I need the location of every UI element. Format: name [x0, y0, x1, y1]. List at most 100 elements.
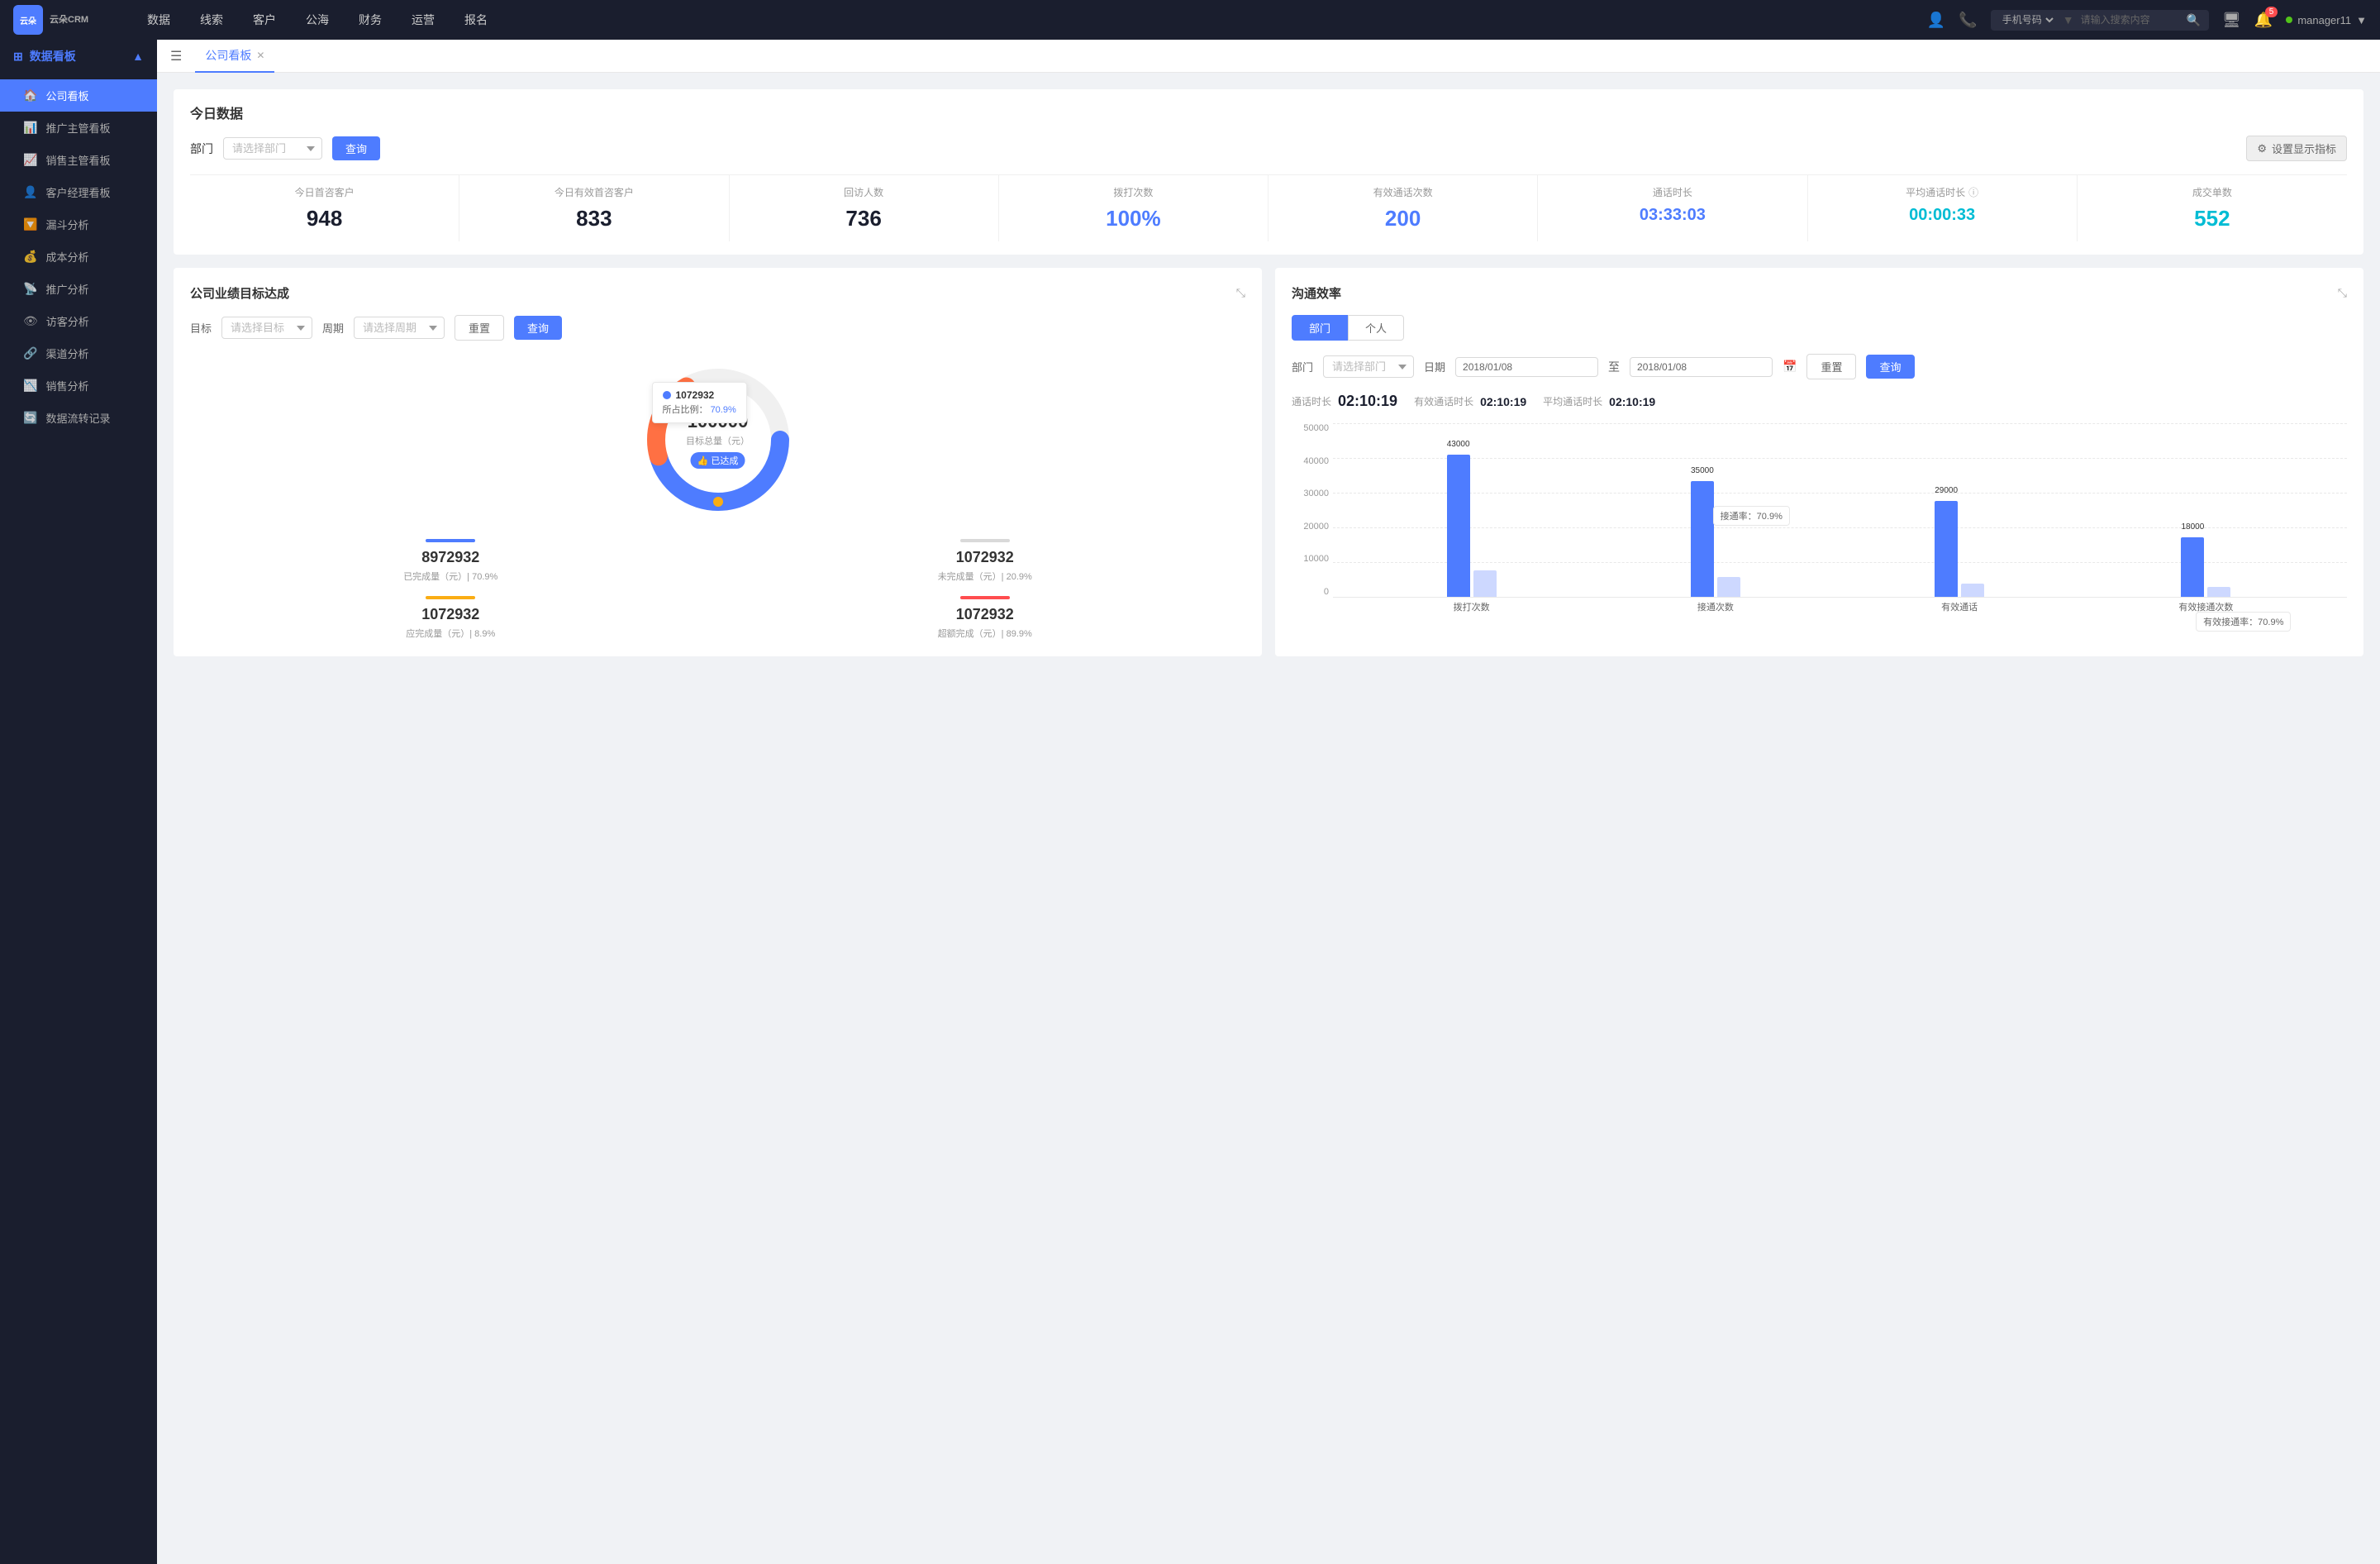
eff-date-label: 日期: [1424, 359, 1445, 374]
y-10000: 10000: [1303, 554, 1329, 564]
stat-value-2: 736: [736, 206, 992, 231]
sidebar-item-promo[interactable]: 📡 推广分析: [0, 273, 157, 305]
goal-stat-label-1: 未完成量（元）| 20.9%: [725, 570, 1246, 583]
sidebar-section-header[interactable]: ⊞ 数据看板 ▲: [0, 40, 157, 73]
sidebar-icon-9: 📉: [23, 379, 37, 393]
goal-stats: 8972932 已完成量（元）| 70.9% 1072932 未完成量（元）| …: [190, 539, 1245, 640]
time-stat-avg: 平均通话时长 02:10:19: [1543, 394, 1655, 408]
goal-expand-icon[interactable]: ⤡: [1236, 286, 1245, 300]
sidebar-item-promo-mgr[interactable]: 📊 推广主管看板: [0, 112, 157, 144]
search-input[interactable]: [2081, 14, 2180, 26]
nav-enroll[interactable]: 报名: [458, 8, 494, 31]
date-to-input[interactable]: [1630, 357, 1773, 377]
sidebar-icon-7: 👁: [23, 314, 38, 328]
y-50000: 50000: [1303, 423, 1329, 433]
goal-stat-label-2: 应完成量（元）| 8.9%: [190, 627, 712, 640]
sidebar-collapse-icon[interactable]: ▲: [132, 50, 144, 63]
eff-time-label: 有效通话时长: [1414, 394, 1473, 408]
sidebar-item-funnel[interactable]: 🔽 漏斗分析: [0, 208, 157, 241]
goal-stat-value-3: 1072932: [725, 606, 1246, 623]
goal-stat-incomplete: 1072932 未完成量（元）| 20.9%: [725, 539, 1246, 583]
goal-stat-value-2: 1072932: [190, 606, 712, 623]
donut-tooltip: 1072932 所占比例： 70.9%: [652, 382, 747, 423]
sidebar-item-visitor[interactable]: 👁 访客分析: [0, 305, 157, 337]
goal-stat-label-0: 已完成量（元）| 70.9%: [190, 570, 712, 583]
search-box: 手机号码 ▼ 🔍: [1991, 10, 2209, 31]
stat-label-5: 通话时长: [1545, 185, 1800, 199]
nav-finance[interactable]: 财务: [352, 8, 388, 31]
sidebar-item-account-mgr[interactable]: 👤 客户经理看板: [0, 176, 157, 208]
today-query-button[interactable]: 查询: [332, 136, 380, 160]
settings-button[interactable]: ⚙ 设置显示指标: [2246, 136, 2347, 161]
sidebar-item-company-board[interactable]: 🏠 公司看板: [0, 79, 157, 112]
stat-label-3: 拨打次数: [1006, 185, 1261, 199]
monitor-icon[interactable]: 🖥: [2222, 12, 2241, 29]
tab-close-icon[interactable]: ✕: [256, 50, 264, 61]
bar-label-4a: 18000: [2181, 522, 2204, 532]
eff-tab-personal[interactable]: 个人: [1348, 315, 1404, 341]
today-data-card: 今日数据 部门 请选择部门 查询 ⚙ 设置显示指标: [174, 89, 2363, 255]
eff-expand-icon[interactable]: ⤡: [2338, 286, 2347, 300]
donut-center-badge: 👍 已达成: [691, 452, 745, 469]
goal-stat-should-complete: 1072932 应完成量（元）| 8.9%: [190, 596, 712, 640]
stat-value-5: 03:33:03: [1545, 206, 1800, 225]
period-select[interactable]: 请选择周期: [354, 317, 445, 339]
sidebar-label-8: 渠道分析: [45, 346, 88, 361]
goal-filter: 目标 请选择目标 周期 请选择周期 重置 查询: [190, 315, 1245, 341]
stat-value-7: 552: [2084, 206, 2340, 231]
eff-tabs: 部门 个人: [1292, 315, 2347, 341]
user-profile-icon[interactable]: 👤: [1927, 12, 1945, 29]
eff-query-button[interactable]: 查询: [1866, 355, 1914, 379]
goal-panel: 公司业绩目标达成 ⤡ 目标 请选择目标 周期 请选择周期 重置 查询: [174, 268, 1262, 656]
today-data-title: 今日数据: [190, 103, 2347, 122]
tab-company-board[interactable]: 公司看板 ✕: [195, 40, 274, 73]
date-from-input[interactable]: [1455, 357, 1598, 377]
eff-reset-button[interactable]: 重置: [1806, 354, 1856, 379]
tooltip-pct: 70.9%: [711, 405, 736, 415]
eff-tab-dept[interactable]: 部门: [1292, 315, 1348, 341]
goal-stat-completed: 8972932 已完成量（元）| 70.9%: [190, 539, 712, 583]
sidebar-label-3: 客户经理看板: [45, 184, 110, 200]
sidebar-item-sales[interactable]: 📉 销售分析: [0, 370, 157, 402]
eff-dept-label: 部门: [1292, 359, 1313, 374]
sidebar-item-data-flow[interactable]: 🔄 数据流转记录: [0, 402, 157, 434]
sidebar-label-0: 公司看板: [45, 88, 88, 103]
bar-label-2a: 35000: [1691, 466, 1714, 475]
settings-icon: ⚙: [2257, 142, 2267, 155]
calendar-icon[interactable]: 📅: [1783, 360, 1797, 374]
nav-data[interactable]: 数据: [140, 8, 177, 31]
sidebar-item-cost[interactable]: 💰 成本分析: [0, 241, 157, 273]
goal-query-button[interactable]: 查询: [514, 316, 562, 340]
sidebar-item-channel[interactable]: 🔗 渠道分析: [0, 337, 157, 370]
notification-icon[interactable]: 🔔 5: [2254, 12, 2273, 29]
phone-icon[interactable]: 📞: [1959, 12, 1977, 29]
goal-stat-value-0: 8972932: [190, 549, 712, 566]
nav-ops[interactable]: 运营: [405, 8, 441, 31]
search-submit-icon[interactable]: 🔍: [2187, 13, 2201, 27]
sidebar-item-sales-mgr[interactable]: 📈 销售主管看板: [0, 144, 157, 176]
sidebar-icon-5: 💰: [23, 250, 37, 264]
sidebar-items: 🏠 公司看板 📊 推广主管看板 📈 销售主管看板 👤 客户经理看板 🔽 漏斗分析…: [0, 73, 157, 441]
eff-dept-select[interactable]: 请选择部门: [1323, 355, 1414, 378]
tab-toggle-icon[interactable]: ☰: [170, 48, 182, 64]
search-type-select[interactable]: 手机号码: [1999, 13, 2056, 26]
nav-public[interactable]: 公海: [299, 8, 336, 31]
info-icon: ⓘ: [1968, 185, 1978, 199]
goal-bar-exceed: [960, 596, 1010, 599]
goal-label: 目标: [190, 320, 212, 336]
stat-label-0: 今日首咨客户: [197, 185, 452, 199]
nav-right: 👤 📞 手机号码 ▼ 🔍 🖥 🔔 5 manager11 ▼: [1927, 10, 2367, 31]
stat-label-6: 平均通话时长 ⓘ: [1815, 185, 2070, 199]
user-dropdown-icon[interactable]: ▼: [2356, 14, 2367, 26]
bar-group-1: 43000 拨打次数: [1447, 455, 1497, 613]
notification-badge: 5: [2265, 7, 2278, 17]
bar-2b: [1717, 577, 1740, 597]
goal-reset-button[interactable]: 重置: [455, 315, 504, 341]
nav-leads[interactable]: 线索: [193, 8, 230, 31]
goal-select[interactable]: 请选择目标: [221, 317, 312, 339]
dept-select[interactable]: 请选择部门: [223, 137, 322, 160]
user-info[interactable]: manager11 ▼: [2286, 14, 2367, 26]
eff-time-value: 02:10:19: [1480, 395, 1526, 408]
nav-customers[interactable]: 客户: [246, 8, 283, 31]
donut-area: 1072932 所占比例： 70.9%: [190, 357, 1245, 522]
